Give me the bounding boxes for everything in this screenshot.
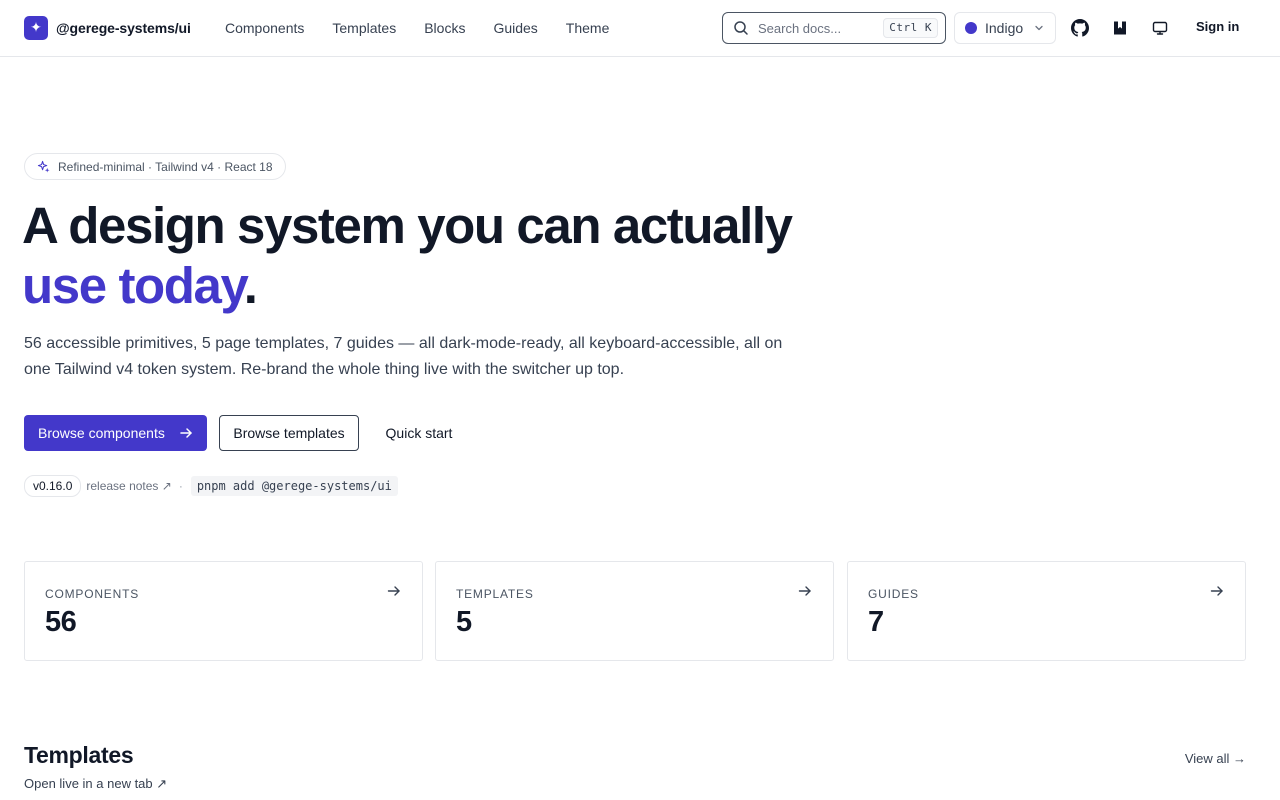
hero-lead: 56 accessible primitives, 5 page templat… [24, 335, 783, 378]
color-mode-toggle[interactable] [1148, 16, 1172, 40]
theme-selected-label: Indigo [985, 20, 1024, 36]
stat-value: 5 [456, 606, 472, 638]
stat-label: GUIDES [868, 587, 919, 601]
arrow-right-icon [1210, 586, 1223, 596]
hero-headline-end: . [243, 257, 258, 314]
top-navbar: ✦ @gerege-systems/ui Components Template… [0, 0, 1280, 57]
sign-in-button[interactable]: Sign in [1196, 19, 1239, 34]
brand-link[interactable]: ✦ @gerege-systems/ui [24, 16, 191, 40]
stat-label: TEMPLATES [456, 587, 534, 601]
hero-headline: A design system you can actually use tod… [22, 196, 842, 316]
stat-label: COMPONENTS [45, 587, 140, 601]
theme-color-select[interactable]: Indigo [954, 12, 1056, 44]
stat-card-guides[interactable]: GUIDES 7 [847, 561, 1246, 661]
chevron-down-icon [1035, 25, 1043, 31]
meta-separator: · [178, 479, 183, 493]
hero-badge-text: Refined-minimal · Tailwind v4 · React 18 [58, 159, 273, 174]
quick-start-button[interactable]: Quick start [371, 415, 467, 451]
theme-swatch [965, 22, 977, 34]
nav-item-guides[interactable]: Guides [479, 17, 551, 39]
sparkles-icon [37, 160, 50, 173]
hero-headline-accent: use today [22, 257, 245, 314]
nav-item-components[interactable]: Components [211, 17, 318, 39]
stat-value: 7 [868, 606, 884, 638]
search-docs-button[interactable]: Search docs... Ctrl K [722, 12, 946, 44]
stat-value: 56 [45, 606, 77, 638]
search-icon [734, 21, 748, 35]
browse-components-label: Browse components [38, 425, 165, 441]
nav-item-theme[interactable]: Theme [552, 17, 624, 39]
arrow-right-icon [798, 586, 811, 596]
stat-card-components[interactable]: COMPONENTS 56 [24, 561, 423, 661]
arrow-right-icon [387, 586, 400, 596]
release-notes-link[interactable]: release notes ↗ [86, 479, 171, 493]
stat-card-templates[interactable]: TEMPLATES 5 [435, 561, 834, 661]
monitor-icon [1152, 21, 1168, 35]
release-meta: v0.16.0 release notes ↗ · pnpm add @gere… [24, 475, 398, 497]
open-live-link[interactable]: Open live in a new tab ↗ [24, 776, 167, 792]
search-shortcut-kbd: Ctrl K [883, 18, 938, 38]
view-all-templates-link[interactable]: View all → [1185, 751, 1246, 766]
brand-name: @gerege-systems/ui [56, 20, 191, 36]
hero-badge: Refined-minimal · Tailwind v4 · React 18 [24, 153, 286, 180]
install-command[interactable]: pnpm add @gerege-systems/ui [190, 476, 398, 496]
browse-templates-button[interactable]: Browse templates [219, 415, 359, 451]
github-icon [1071, 19, 1089, 37]
templates-section-title: Templates [24, 742, 134, 768]
nav-item-templates[interactable]: Templates [318, 17, 410, 39]
version-badge: v0.16.0 [24, 475, 82, 497]
storybook-icon [1114, 21, 1126, 35]
search-placeholder: Search docs... [758, 20, 842, 36]
arrow-right-icon [180, 428, 192, 438]
storybook-link[interactable] [1108, 16, 1132, 40]
nav-item-blocks[interactable]: Blocks [410, 17, 479, 39]
main-nav: Components Templates Blocks Guides Theme [211, 17, 623, 39]
hero-headline-main: A design system you can actually [22, 197, 793, 254]
github-link[interactable] [1068, 16, 1092, 40]
browse-components-button[interactable]: Browse components [24, 415, 207, 451]
sparkle-icon: ✦ [24, 16, 48, 40]
